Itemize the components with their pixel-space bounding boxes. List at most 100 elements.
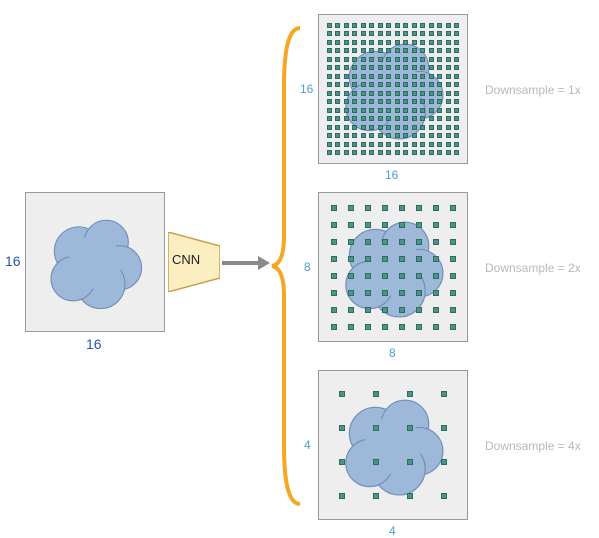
grid-dot xyxy=(420,91,425,96)
grid-dot xyxy=(378,91,383,96)
grid-dot xyxy=(382,307,388,313)
grid-dot xyxy=(412,116,417,121)
grid-dot xyxy=(352,99,357,104)
grid-dot xyxy=(454,150,459,155)
grid-dot xyxy=(412,31,417,36)
output1-caption: Downsample = 1x xyxy=(485,83,581,97)
grid-dot xyxy=(327,116,332,121)
grid-dot xyxy=(352,82,357,87)
grid-dot xyxy=(454,125,459,130)
grid-dot xyxy=(327,133,332,138)
grid-dot xyxy=(361,40,366,45)
grid-dot xyxy=(429,116,434,121)
grid-dot xyxy=(420,65,425,70)
grid-dot xyxy=(335,31,340,36)
grid-dot xyxy=(403,74,408,79)
grid-dot xyxy=(348,205,354,211)
grid-dot xyxy=(369,23,374,28)
grid-dot xyxy=(395,31,400,36)
grid-dot xyxy=(441,493,447,499)
grid-dot xyxy=(344,65,349,70)
grid-dot xyxy=(446,31,451,36)
grid-dot xyxy=(454,99,459,104)
grid-dot xyxy=(352,125,357,130)
grid-dot xyxy=(382,256,388,262)
grid-dot xyxy=(348,256,354,262)
grid-dot xyxy=(365,222,371,228)
grid-dot xyxy=(348,324,354,330)
grid-dot xyxy=(365,273,371,279)
grid-dot xyxy=(412,82,417,87)
grid-dot xyxy=(420,125,425,130)
grid-dot xyxy=(335,108,340,113)
grid-dot xyxy=(369,133,374,138)
grid-dot xyxy=(373,425,379,431)
grid-dot xyxy=(395,74,400,79)
grid-dot xyxy=(407,493,413,499)
grid-dot xyxy=(331,290,337,296)
grid-dot xyxy=(331,205,337,211)
grid-dot xyxy=(369,65,374,70)
grid-dot xyxy=(386,74,391,79)
grid-dot xyxy=(386,116,391,121)
grid-dot xyxy=(412,48,417,53)
grid-dot xyxy=(437,23,442,28)
grid-dot xyxy=(420,142,425,147)
grid-dot xyxy=(416,239,422,245)
grid-dot xyxy=(352,31,357,36)
grid-dot xyxy=(395,65,400,70)
grid-dot xyxy=(361,116,366,121)
grid-dot xyxy=(433,290,439,296)
grid-dot xyxy=(339,391,345,397)
grid-dot xyxy=(335,74,340,79)
grid-dot xyxy=(395,99,400,104)
grid-dot xyxy=(361,23,366,28)
grid-dot xyxy=(395,91,400,96)
arrow-icon xyxy=(222,256,270,270)
grid-dot xyxy=(395,40,400,45)
grid-dot xyxy=(327,65,332,70)
cnn-label: CNN xyxy=(172,252,200,267)
grid-dot xyxy=(403,99,408,104)
grid-dot xyxy=(437,65,442,70)
grid-dot xyxy=(450,273,456,279)
grid-dot xyxy=(386,133,391,138)
grid-dot xyxy=(369,82,374,87)
grid-dot xyxy=(412,99,417,104)
grid-dot xyxy=(446,99,451,104)
grid-dot xyxy=(399,205,405,211)
grid-dot xyxy=(454,57,459,62)
grid-dot xyxy=(395,82,400,87)
grid-dot xyxy=(365,290,371,296)
grid-dot xyxy=(454,133,459,138)
grid-dot xyxy=(441,391,447,397)
grid-dot xyxy=(454,48,459,53)
grid-dot xyxy=(386,57,391,62)
grid-dot xyxy=(335,150,340,155)
grid-dot xyxy=(437,91,442,96)
grid-dot xyxy=(378,74,383,79)
grid-dot xyxy=(407,425,413,431)
grid-dot xyxy=(403,57,408,62)
grid-dot xyxy=(369,142,374,147)
grid-dot xyxy=(429,142,434,147)
grid-dot xyxy=(365,324,371,330)
grid-dot xyxy=(327,40,332,45)
grid-dot xyxy=(361,65,366,70)
output2-width-label: 8 xyxy=(389,346,396,360)
grid-dot xyxy=(429,91,434,96)
grid-dot xyxy=(361,133,366,138)
grid-dot xyxy=(382,290,388,296)
grid-dot xyxy=(386,48,391,53)
grid-dot xyxy=(412,133,417,138)
grid-dot xyxy=(403,23,408,28)
grid-dot xyxy=(412,65,417,70)
grid-dot xyxy=(454,142,459,147)
grid-dot xyxy=(429,125,434,130)
grid-dot xyxy=(386,91,391,96)
output-image-1x xyxy=(318,14,468,164)
grid-dot xyxy=(335,65,340,70)
grid-dot xyxy=(450,205,456,211)
grid-dot xyxy=(437,99,442,104)
grid-dot xyxy=(433,222,439,228)
